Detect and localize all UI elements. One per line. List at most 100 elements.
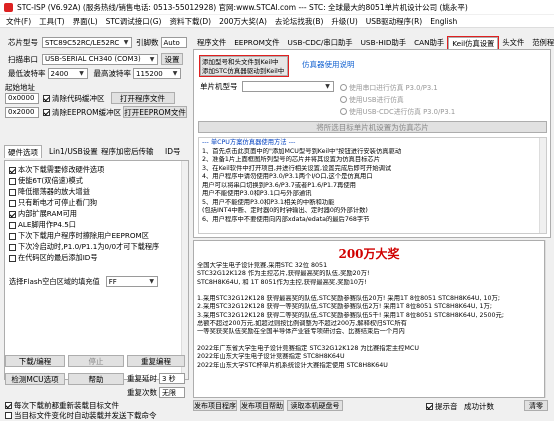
tab-can-assistant[interactable]: CAN助手	[410, 37, 448, 49]
flash-fill-select[interactable]: FF ▼	[105, 276, 158, 287]
notes-line: 2、准备1片上面框图所列型号的芯片并将其设置为仿真目标芯片	[202, 156, 381, 163]
option-label: 内部扩展RAM可用	[18, 209, 77, 218]
radio-dot	[340, 83, 347, 91]
menu-downloads[interactable]: 资料下载(D)	[165, 16, 215, 27]
prize-line	[194, 287, 544, 295]
notes-line: 1、首先点击此页面中的"添加MCU型号到Keil中"按钮进行安装仿真驱动	[202, 147, 402, 155]
port-select[interactable]: USB-SERIAL CH340 (COM3) ▼	[42, 53, 158, 65]
reload-checkbox[interactable]	[5, 402, 12, 409]
menu-interface[interactable]: 界面(L)	[69, 16, 102, 27]
addr1-input[interactable]: 0x0000	[5, 92, 39, 104]
prize-line: 1.采用STC32G12K128 获得最高奖的队伍,STC奖励参赛队伍20万! …	[197, 295, 500, 303]
open-program-button[interactable]: 打开程序文件	[110, 92, 175, 104]
repeat-delay-label: 重复延时	[127, 374, 157, 383]
left-panel: 芯片型号 STC89C52RC/LE52RC ▼ 引脚数 Auto 扫描串口 US…	[2, 30, 192, 420]
announcement-scrollbar[interactable]	[545, 240, 552, 398]
tab-keil-simulation[interactable]: Keil仿真设置	[447, 36, 500, 50]
help-button[interactable]: 帮助	[68, 373, 124, 385]
tab-hardware-options[interactable]: 硬件选项	[4, 145, 42, 158]
prize-announcement: 200万大奖 全国大学生电子设计竞赛,采用STC 32位 8051 STC32G…	[193, 240, 545, 398]
option-label: 在代码区的最后添加ID号	[18, 253, 98, 262]
chevron-down-icon: ▼	[325, 83, 330, 90]
prize-line: STC8H8K64U, 和 1T 8051作为主控,获得最高奖,奖励10万!	[197, 278, 367, 286]
menu-forum[interactable]: 去论坛找我(B)	[271, 16, 328, 27]
option-label: 使能6T(双倍速)模式	[18, 176, 83, 185]
min-baud-label: 最低波特率	[8, 69, 46, 78]
min-baud-value: 2400	[50, 69, 69, 78]
option-checkbox[interactable]	[9, 166, 16, 174]
clear-eeprom-checkbox[interactable]	[43, 108, 50, 116]
stop-button[interactable]: 停止	[68, 355, 124, 367]
repeat-program-button[interactable]: 重复编程	[127, 355, 185, 367]
option-checkbox[interactable]	[9, 232, 16, 240]
notes-scrollbar[interactable]	[539, 138, 546, 233]
tab-serial-assistant[interactable]: USB-CDC/串口助手	[284, 37, 357, 49]
tab-hid-assistant[interactable]: USB-HID助手	[357, 37, 410, 49]
options-scrollbar[interactable]	[181, 161, 188, 379]
min-baud-select[interactable]: 2400 ▼	[47, 68, 88, 79]
option-label: ALE脚用作P4.5口	[18, 220, 76, 229]
radio-serial-sim[interactable]: 使用串口进行仿真 P3.0/P3.1	[340, 82, 438, 92]
radio-cdc-sim[interactable]: 使用USB-CDC进行仿真 P3.0/P3.1	[340, 106, 455, 116]
repeat-delay-select[interactable]: 3 秒	[159, 373, 185, 384]
clear-count-button[interactable]: 清零	[524, 400, 548, 411]
mcu-model-select[interactable]: ▼	[241, 81, 334, 92]
main-tabs: 程序文件 EEPROM文件 USB-CDC/串口助手 USB-HID助手 CAN…	[193, 36, 554, 50]
max-baud-select[interactable]: 115200 ▼	[133, 68, 181, 79]
tab-program-file[interactable]: 程序文件	[193, 37, 230, 49]
radio-dot	[340, 95, 347, 103]
option-checkbox[interactable]	[9, 199, 16, 207]
repeat-count-select[interactable]: 无限	[159, 387, 185, 398]
radio-dot	[340, 107, 347, 115]
read-disk-id-button[interactable]: 读取本机硬盘号	[287, 400, 343, 411]
menu-file[interactable]: 文件(F)	[2, 16, 35, 27]
radio-usb-sim[interactable]: 使用USB进行仿真	[340, 94, 404, 104]
menu-prize[interactable]: 200万大奖(A)	[215, 16, 271, 27]
download-button[interactable]: 下载/编程	[5, 355, 65, 367]
tab-eeprom-file[interactable]: EEPROM文件	[230, 37, 283, 49]
repeat-count-label: 重复次数	[127, 388, 157, 397]
notes-line: (包括INT4中断、定时器0的时钟输出、定时器0的外部计数)	[202, 207, 368, 214]
tab-encrypt[interactable]: 程序加密后传输	[98, 145, 157, 158]
tab-examples[interactable]: 范例程序	[528, 37, 554, 49]
menu-tools[interactable]: 工具(T)	[35, 16, 68, 27]
pins-label: 引脚数	[136, 38, 159, 47]
hint-sound-checkbox[interactable]	[426, 403, 433, 410]
menu-usb-driver[interactable]: USB驱动程序(R)	[362, 16, 426, 27]
option-checkbox[interactable]	[9, 254, 16, 262]
option-label: 本次下载需要修改硬件选项	[18, 165, 105, 174]
menu-debug[interactable]: STC调试接口(G)	[102, 16, 166, 27]
option-checkbox[interactable]	[9, 188, 16, 196]
add-to-keil-button[interactable]: 添加型号和头文件到Keil中 添加STC仿真器驱动到Keil中	[199, 55, 289, 77]
repeat-delay-value: 3 秒	[162, 374, 176, 383]
option-checkbox[interactable]	[9, 177, 16, 185]
success-count-label: 成功计数	[464, 402, 494, 411]
pins-value: Auto	[163, 38, 180, 47]
chevron-down-icon: ▼	[172, 70, 178, 77]
chip-select[interactable]: STC89C52RC/LE52RC ▼	[42, 37, 132, 48]
settings-button[interactable]: 设置	[161, 53, 183, 65]
menu-upgrade[interactable]: 升级(U)	[327, 16, 361, 27]
tab-header-file[interactable]: 头文件	[498, 37, 528, 49]
simulator-help-link[interactable]: 仿真器使用说明	[302, 59, 355, 70]
max-baud-label: 最高波特率	[93, 69, 132, 78]
tab-usb-settings[interactable]: Lin1/USB设置	[46, 145, 101, 158]
publish-help-button[interactable]: 发布项目帮助	[240, 400, 284, 411]
set-simulator-chip-button[interactable]: 将所选目标单片机设置为仿真芯片	[198, 121, 547, 133]
addr2-input[interactable]: 0x2000	[5, 106, 39, 118]
chevron-down-icon: ▼	[149, 55, 155, 63]
option-checkbox[interactable]	[9, 221, 16, 229]
app-window: STC-ISP (V6.92A) (服务热线/销售电话: 0513-550129…	[0, 0, 554, 420]
clear-code-checkbox[interactable]	[43, 94, 50, 102]
prize-line: 全国大学生电子设计竞赛,采用STC 32位 8051	[197, 262, 328, 269]
menu-english[interactable]: English	[426, 17, 461, 26]
open-eeprom-button[interactable]: 打开EEPROM文件	[123, 106, 188, 118]
option-checkbox[interactable]	[9, 243, 16, 251]
prize-line: 一等奖获奖队伍奖励在全国半导体产业链专项研讨会、比赛结束后一个月内	[197, 328, 405, 336]
prize-line: 总额不超过200万元,如超过则按比例调整为不超过200万,解释权归STC所有	[197, 320, 407, 328]
publish-program-button[interactable]: 发布项目程序	[193, 400, 237, 411]
pins-select[interactable]: Auto	[160, 37, 187, 48]
detect-mcu-button[interactable]: 检测MCU选项	[5, 373, 65, 385]
option-checkbox[interactable]	[9, 210, 16, 218]
tab-id[interactable]: ID号	[162, 145, 184, 158]
